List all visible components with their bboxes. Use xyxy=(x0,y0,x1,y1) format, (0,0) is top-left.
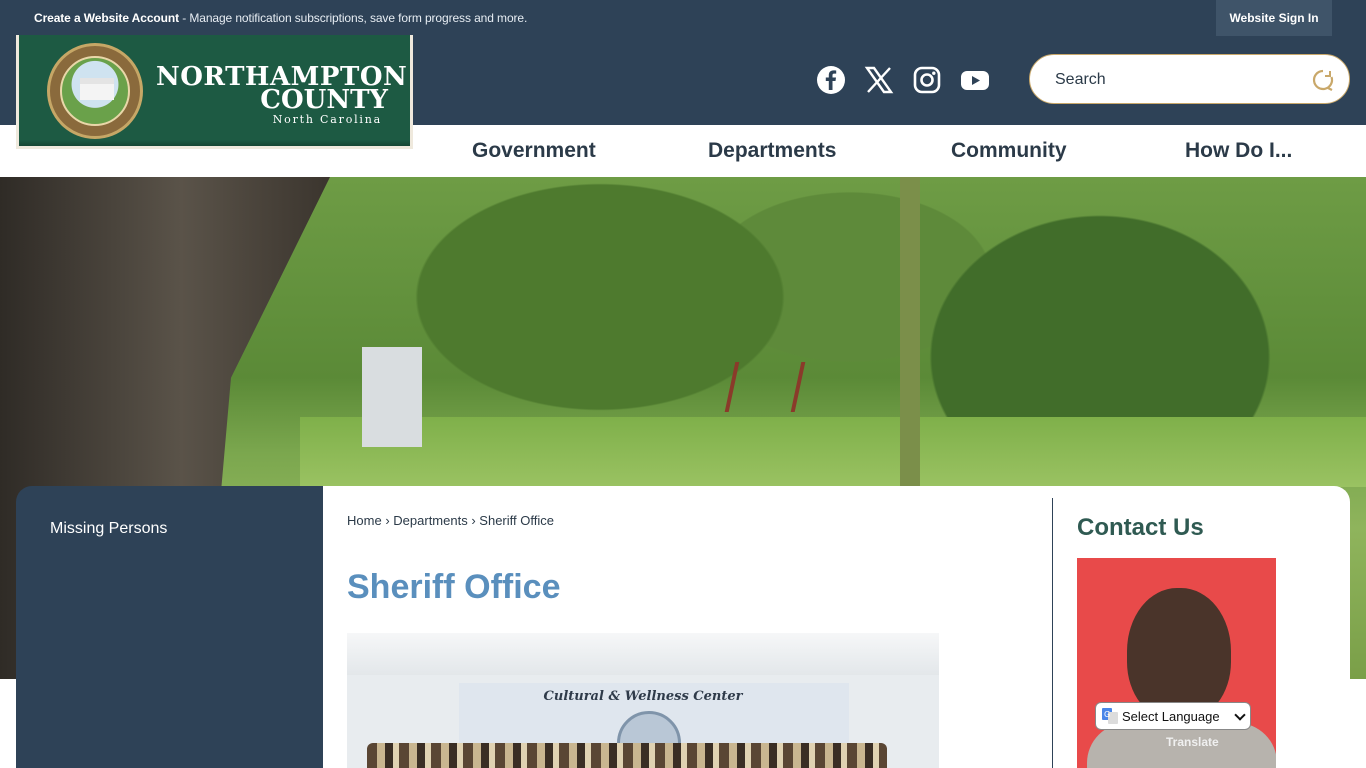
nav-community[interactable]: Community xyxy=(951,139,1067,163)
search-input[interactable] xyxy=(1055,68,1315,92)
sidebar: Missing Persons xyxy=(16,486,323,768)
breadcrumb-separator: › xyxy=(385,513,390,528)
top-bar: Create a Website Account - Manage notifi… xyxy=(0,0,1366,36)
sidebar-item-missing-persons[interactable]: Missing Persons xyxy=(50,520,167,538)
youtube-icon[interactable] xyxy=(959,64,991,96)
county-logo[interactable]: NORTHAMPTON COUNTY North Carolina xyxy=(16,35,413,149)
breadcrumb-departments[interactable]: Departments xyxy=(393,513,467,528)
nav-government[interactable]: Government xyxy=(472,139,596,163)
select-language-dropdown[interactable]: G Select Language xyxy=(1095,702,1251,730)
nav-departments[interactable]: Departments xyxy=(708,139,836,163)
chevron-down-icon xyxy=(1234,709,1246,721)
contact-us-heading: Contact Us xyxy=(1077,514,1204,541)
logo-line-3: North Carolina xyxy=(272,113,382,126)
account-message[interactable]: Create a Website Account - Manage notifi… xyxy=(34,11,527,25)
search-icon[interactable] xyxy=(1311,68,1335,92)
x-icon[interactable] xyxy=(863,64,895,96)
county-seal-icon xyxy=(47,43,143,139)
instagram-icon[interactable] xyxy=(911,64,943,96)
breadcrumb-home[interactable]: Home xyxy=(347,513,382,528)
breadcrumb-current: Sheriff Office xyxy=(479,513,554,528)
create-account-link[interactable]: Create a Website Account xyxy=(34,11,179,25)
select-language-label: Select Language xyxy=(1122,708,1220,724)
search-box xyxy=(1029,54,1350,104)
website-sign-in-button[interactable]: Website Sign In xyxy=(1216,0,1332,36)
logo-line-2: COUNTY xyxy=(260,85,388,115)
svg-text:G: G xyxy=(1104,710,1110,719)
page-title: Sheriff Office xyxy=(347,568,561,606)
photo-banner-text: Cultural & Wellness Center xyxy=(543,689,743,704)
sheriff-office-photo: Cultural & Wellness Center xyxy=(347,633,939,768)
google-translate-icon: G xyxy=(1102,708,1118,724)
breadcrumb: Home › Departments › Sheriff Office xyxy=(347,513,554,528)
breadcrumb-separator: › xyxy=(471,513,476,528)
translate-label: Translate xyxy=(1166,735,1219,749)
facebook-icon[interactable] xyxy=(815,64,847,96)
content-divider xyxy=(1052,498,1053,768)
account-message-text: - Manage notification subscriptions, sav… xyxy=(178,11,528,25)
nav-how-do-i[interactable]: How Do I... xyxy=(1185,139,1292,163)
